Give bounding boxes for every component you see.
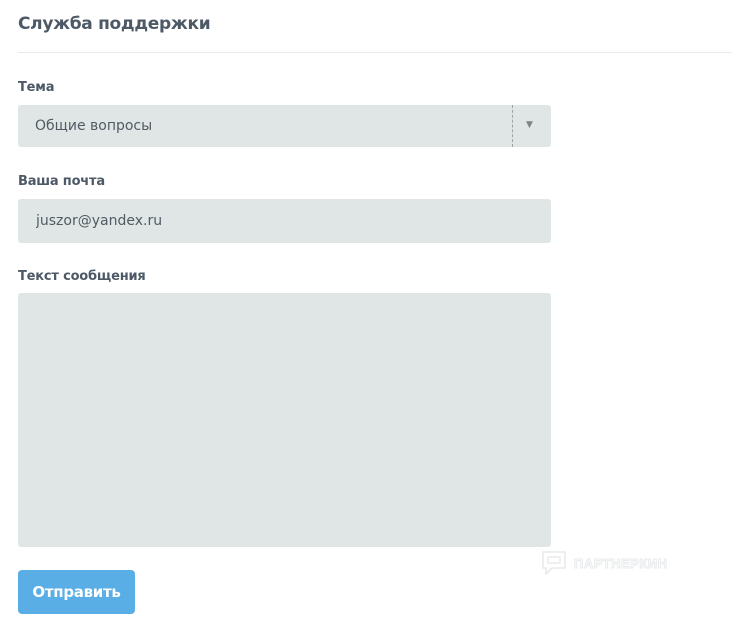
topic-label: Тема: [18, 80, 55, 95]
watermark-text: ПАРТНЕРКИН: [574, 555, 668, 571]
select-separator: [512, 105, 513, 147]
topic-select[interactable]: Общие вопросы ▼: [18, 105, 551, 147]
watermark: ПАРТНЕРКИН: [540, 548, 668, 578]
email-field[interactable]: [18, 199, 551, 243]
message-textarea[interactable]: [18, 293, 551, 547]
message-field-wrapper: [18, 293, 551, 547]
title-divider: [18, 52, 732, 53]
email-label: Ваша почта: [18, 174, 105, 189]
submit-button[interactable]: Отправить: [18, 570, 135, 614]
email-field-wrapper: [18, 199, 551, 243]
support-page: Служба поддержки Тема Общие вопросы ▼ Ва…: [0, 0, 736, 632]
dropdown-arrow-icon[interactable]: ▼: [526, 120, 533, 130]
chat-bubble-icon: [542, 551, 566, 575]
page-title: Служба поддержки: [18, 14, 211, 34]
topic-selected-value: Общие вопросы: [35, 118, 153, 134]
message-label: Текст сообщения: [18, 269, 146, 284]
